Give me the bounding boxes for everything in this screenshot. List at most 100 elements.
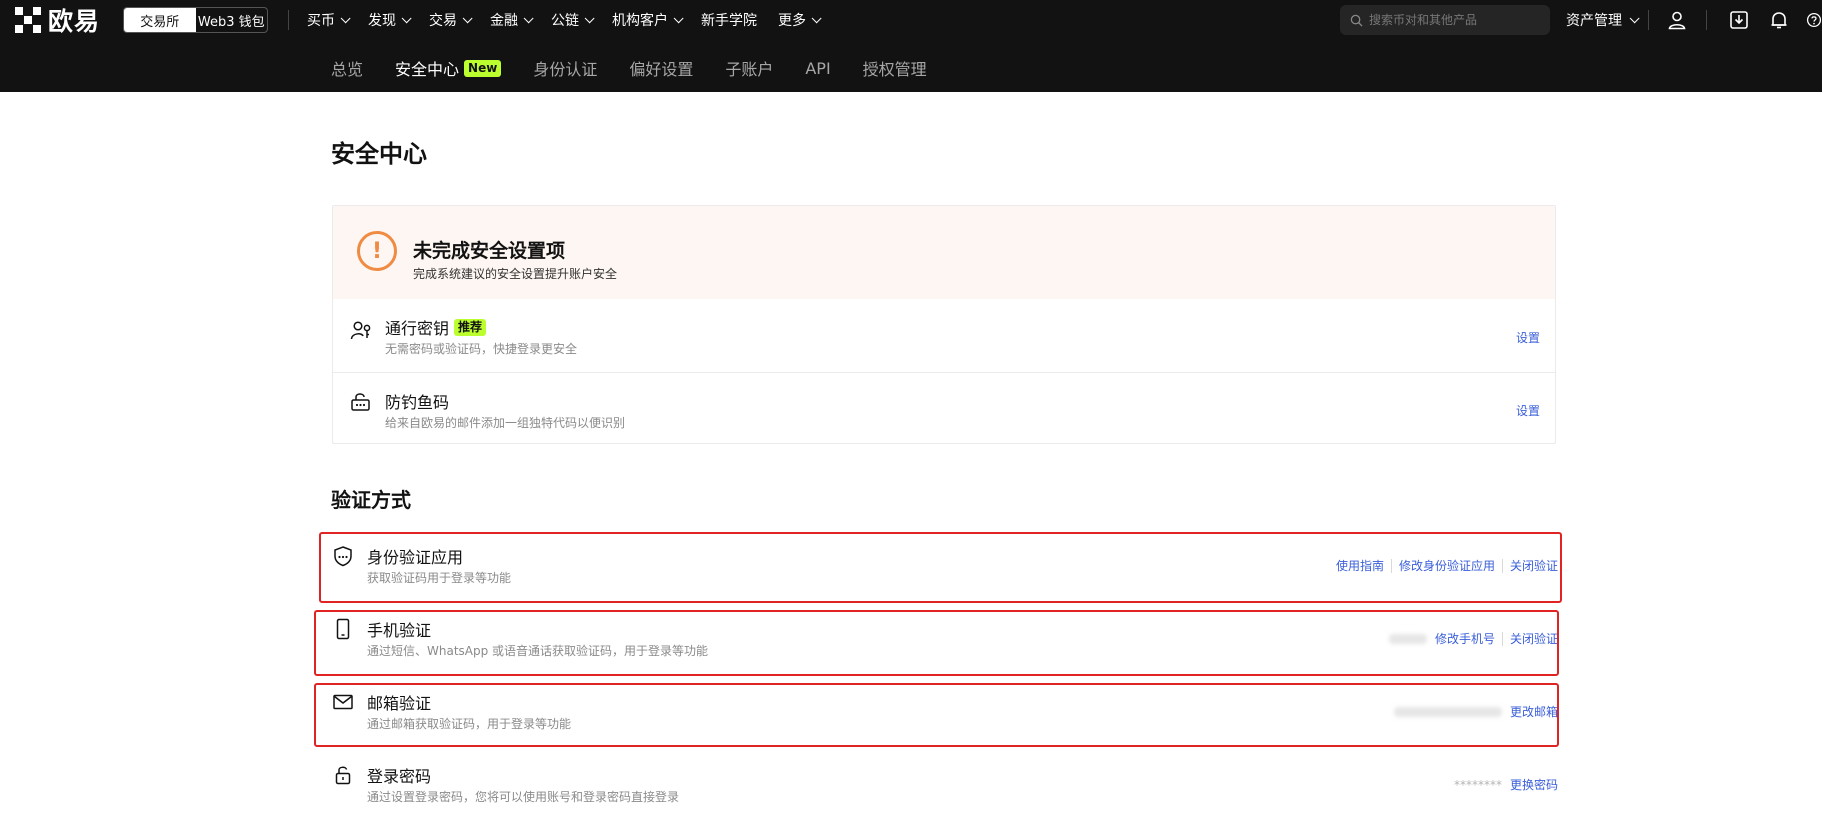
authenticator-title: 身份验证应用 <box>367 548 464 567</box>
chevron-down-icon <box>1629 12 1640 23</box>
login-password-title: 登录密码 <box>367 767 432 786</box>
user-icon[interactable] <box>1666 9 1688 31</box>
menu-discover[interactable]: 发现 <box>368 10 412 30</box>
search-input[interactable] <box>1369 13 1539 27</box>
change-authenticator-link[interactable]: 修改身份验证应用 <box>1399 557 1495 574</box>
passkey-setup-link[interactable]: 设置 <box>1516 329 1540 346</box>
divider <box>1390 558 1392 573</box>
brand-logo[interactable]: 欧易 <box>15 7 100 36</box>
anti-phishing-description: 给来自欧易的邮件添加一组独特代码以便识别 <box>385 416 626 430</box>
divider <box>288 10 289 30</box>
phone-verification-title: 手机验证 <box>367 621 432 640</box>
warning-icon: ! <box>357 231 397 271</box>
user-guide-link[interactable]: 使用指南 <box>1336 557 1384 574</box>
change-phone-link[interactable]: 修改手机号 <box>1435 630 1495 647</box>
passkey-description: 无需密码或验证码，快捷登录更安全 <box>385 342 578 356</box>
phone-icon <box>331 617 355 641</box>
menu-buy-crypto[interactable]: 买币 <box>307 10 351 30</box>
divider <box>1648 10 1649 30</box>
incomplete-settings-header: ! 未完成安全设置项 完成系统建议的安全设置提升账户安全 <box>333 206 1555 299</box>
chevron-down-icon <box>340 12 351 23</box>
anti-phishing-icon <box>349 390 373 414</box>
tab-sub-accounts[interactable]: 子账户 <box>725 56 773 80</box>
login-password-description: 通过设置登录密码，您将可以使用账号和登录密码直接登录 <box>367 790 680 804</box>
shield-icon <box>331 544 355 568</box>
phone-verification-description: 通过短信、WhatsApp 或语音通话获取验证码，用于登录等功能 <box>367 644 709 658</box>
menu-finance[interactable]: 金融 <box>490 10 534 30</box>
new-badge: New <box>464 59 502 77</box>
verification-section-title: 验证方式 <box>331 488 411 512</box>
page-title: 安全中心 <box>331 140 427 168</box>
tab-preferences[interactable]: 偏好设置 <box>629 56 693 80</box>
disable-phone-link[interactable]: 关闭验证 <box>1510 630 1558 647</box>
phone-actions: 修改手机号 关闭验证 <box>1388 630 1558 647</box>
tab-label: 安全中心 <box>395 60 460 79</box>
asset-management-menu[interactable]: 资产管理 <box>1566 10 1640 30</box>
search-icon <box>1350 14 1363 27</box>
menu-academy[interactable]: 新手学院 <box>701 10 757 30</box>
search-box[interactable] <box>1340 5 1550 35</box>
incomplete-settings-title: 未完成安全设置项 <box>413 240 566 262</box>
menu-trade[interactable]: 交易 <box>429 10 473 30</box>
chevron-down-icon <box>673 12 684 23</box>
anti-phishing-setup-link[interactable]: 设置 <box>1516 402 1540 419</box>
tab-overview[interactable]: 总览 <box>331 56 363 80</box>
asset-management-label: 资产管理 <box>1566 13 1622 29</box>
divider <box>1501 558 1503 573</box>
email-verification-row: 邮箱验证 通过邮箱获取验证码，用于登录等功能 更改邮箱 <box>331 679 1558 745</box>
tab-authorization[interactable]: 授权管理 <box>863 56 927 80</box>
menu-label: 更多 <box>778 13 806 29</box>
switch-exchange[interactable]: 交易所 <box>124 8 196 32</box>
bell-icon[interactable] <box>1768 9 1790 31</box>
recommended-badge: 推荐 <box>454 318 487 336</box>
phone-number-redacted <box>1388 633 1427 644</box>
email-verification-description: 通过邮箱获取验证码，用于登录等功能 <box>367 717 572 731</box>
email-address-redacted <box>1393 706 1502 717</box>
brand-name: 欧易 <box>48 7 101 36</box>
phone-verification-row: 手机验证 通过短信、WhatsApp 或语音通话获取验证码，用于登录等功能 修改… <box>331 606 1558 672</box>
menu-label: 机构客户 <box>612 13 668 29</box>
passkey-icon <box>349 319 373 343</box>
tab-identity-verification[interactable]: 身份认证 <box>533 56 597 80</box>
authenticator-description: 获取验证码用于登录等功能 <box>367 571 512 585</box>
help-icon[interactable] <box>1806 9 1822 31</box>
incomplete-settings-subtitle: 完成系统建议的安全设置提升账户安全 <box>413 267 618 281</box>
password-masked-value: ******** <box>1453 777 1502 792</box>
main-menu: 买币 发现 交易 金融 公链 机构客户 新手学院 更多 <box>307 0 822 40</box>
download-icon[interactable] <box>1728 9 1750 31</box>
divider <box>1501 631 1503 646</box>
change-password-link[interactable]: 更换密码 <box>1510 776 1558 793</box>
passkey-title: 通行密钥 推荐 <box>385 315 487 339</box>
menu-label: 发现 <box>368 13 396 29</box>
disable-authenticator-link[interactable]: 关闭验证 <box>1510 557 1558 574</box>
menu-label: 买币 <box>307 13 335 29</box>
anti-phishing-title: 防钓鱼码 <box>385 393 450 412</box>
tab-security-center[interactable]: 安全中心 New <box>395 56 502 80</box>
switch-web3-wallet[interactable]: Web3 钱包 <box>196 8 268 32</box>
menu-label: 公链 <box>551 13 579 29</box>
chevron-down-icon <box>401 12 412 23</box>
chevron-down-icon <box>462 12 473 23</box>
menu-label: 新手学院 <box>701 13 757 29</box>
incomplete-settings-card: ! 未完成安全设置项 完成系统建议的安全设置提升账户安全 通行密钥 推荐 无需密… <box>332 205 1556 444</box>
authenticator-row: 身份验证应用 获取验证码用于登录等功能 使用指南 修改身份验证应用 关闭验证 <box>331 533 1558 599</box>
login-password-row: 登录密码 通过设置登录密码，您将可以使用账号和登录密码直接登录 ********… <box>331 752 1558 818</box>
product-switch: 交易所 Web3 钱包 <box>123 7 268 33</box>
menu-more[interactable]: 更多 <box>778 10 822 30</box>
divider <box>1706 10 1707 30</box>
mail-icon <box>331 690 355 714</box>
anti-phishing-row: 防钓鱼码 给来自欧易的邮件添加一组独特代码以便识别 设置 <box>333 373 1555 443</box>
tab-api[interactable]: API <box>805 59 830 78</box>
authenticator-actions: 使用指南 修改身份验证应用 关闭验证 <box>1336 557 1558 574</box>
change-email-link[interactable]: 更改邮箱 <box>1510 703 1558 720</box>
menu-label: 金融 <box>490 13 518 29</box>
menu-chain[interactable]: 公链 <box>551 10 595 30</box>
menu-institutional[interactable]: 机构客户 <box>612 10 684 30</box>
lock-icon <box>331 763 355 787</box>
chevron-down-icon <box>523 12 534 23</box>
menu-label: 交易 <box>429 13 457 29</box>
email-actions: 更改邮箱 <box>1393 703 1558 720</box>
email-verification-title: 邮箱验证 <box>367 694 432 713</box>
passkey-row: 通行密钥 推荐 无需密码或验证码，快捷登录更安全 设置 <box>333 299 1555 372</box>
password-actions: ******** 更换密码 <box>1454 776 1558 793</box>
